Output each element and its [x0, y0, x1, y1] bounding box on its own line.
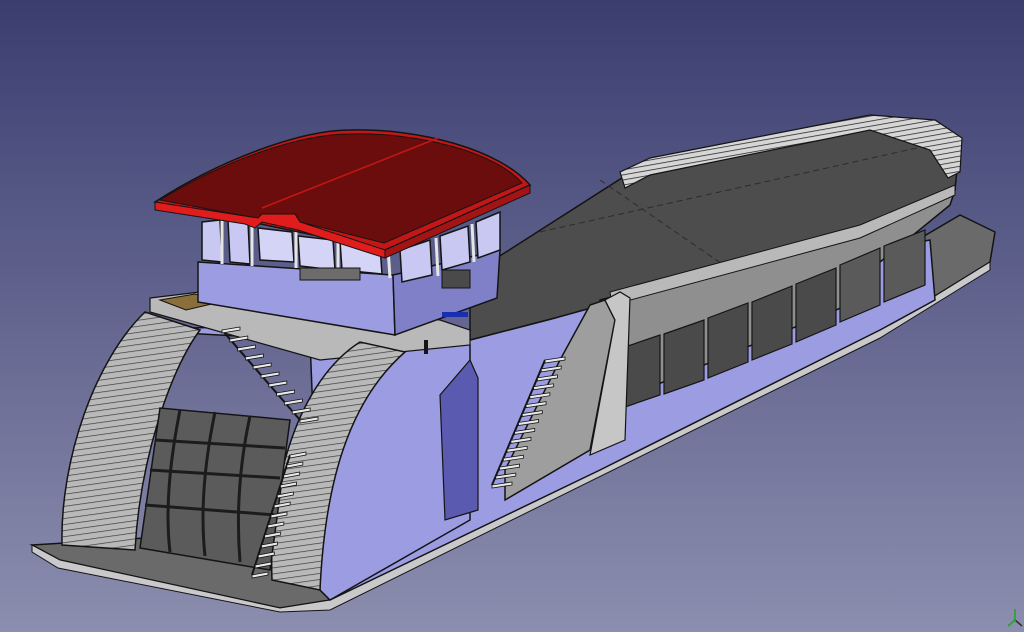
- boat-model-scene[interactable]: [0, 0, 1024, 632]
- xyz-axis-icon: [1006, 606, 1024, 628]
- 3d-viewport[interactable]: [0, 0, 1024, 632]
- blue-detail: [442, 312, 468, 317]
- hull-marking: [424, 340, 428, 354]
